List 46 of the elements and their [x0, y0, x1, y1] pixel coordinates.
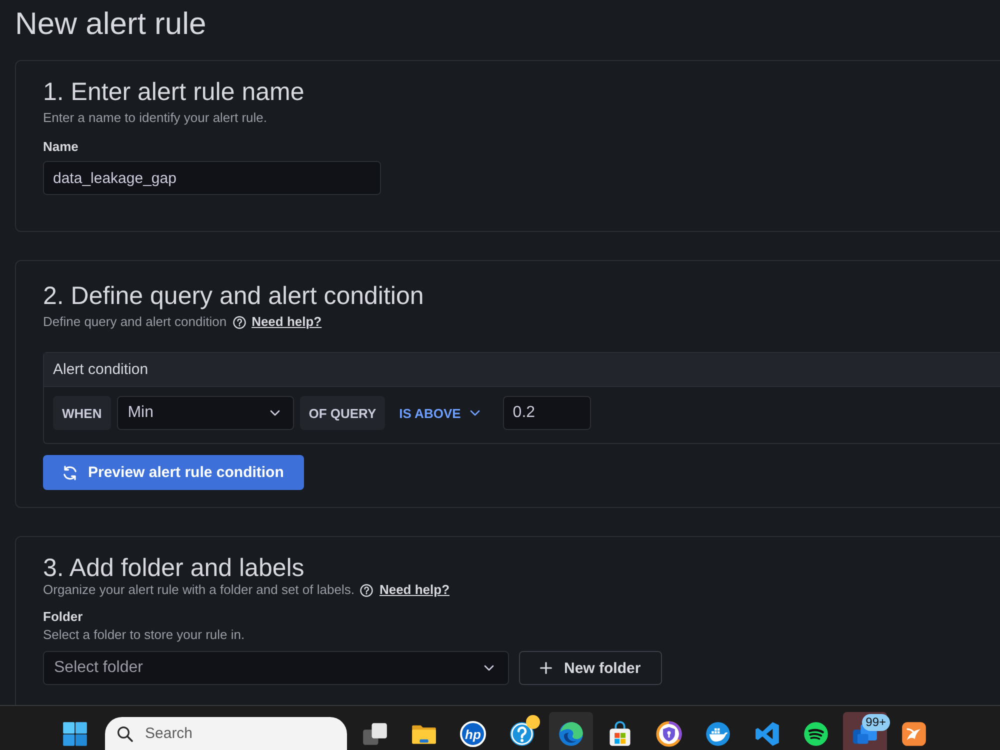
field-label: Name: [43, 138, 80, 156]
chevron-down-icon: [270, 410, 280, 416]
condition-keyword: OF QUERY: [300, 396, 386, 430]
taskbar-button[interactable]: [549, 712, 593, 750]
search-icon: [117, 726, 133, 742]
new-folder-button[interactable]: New folder: [519, 651, 662, 685]
round-logo: hp: [460, 721, 486, 747]
section-description: Enter a name to identify your alert rule.: [43, 109, 268, 127]
section-heading: 1. Enter alert rule name: [43, 77, 306, 107]
four-squares-icon: [62, 721, 88, 747]
three-arcs-icon: [803, 721, 829, 747]
preview-button[interactable]: Preview alert rule condition: [43, 455, 304, 490]
chevron-down-icon: [484, 665, 494, 671]
field-hint: Select a folder to store your rule in.: [43, 626, 246, 644]
whale-icon: [705, 721, 731, 747]
folded-ribbon-icon: [754, 721, 780, 747]
folder-select[interactable]: Select folder: [43, 651, 509, 685]
section-description: Define query and alert condition: [43, 313, 227, 331]
help-link[interactable]: Need help?: [379, 581, 450, 599]
page-title: New alert rule: [15, 5, 208, 43]
threshold-input[interactable]: 0.2: [502, 396, 591, 430]
field-label: Folder: [43, 608, 84, 626]
refresh-icon: [62, 464, 78, 480]
shopping-bag-icon: [607, 721, 633, 747]
name-input[interactable]: data_leakage_gap: [43, 161, 381, 195]
section-heading: 2. Define query and alert condition: [43, 281, 425, 311]
condition-keyword: WHEN: [53, 396, 111, 430]
swoosh-icon: [901, 721, 927, 747]
reducer-select[interactable]: Min: [116, 396, 294, 430]
count-badge: 99+: [862, 714, 890, 731]
taskbar-button[interactable]: 99+: [843, 712, 887, 750]
plus-icon: [540, 662, 552, 674]
question-circle-icon: [509, 721, 535, 747]
search-field[interactable]: Search: [105, 717, 347, 750]
help-icon: [232, 316, 246, 328]
condition-header: Alert condition: [44, 353, 1000, 387]
overlapping-windows-icon: [362, 721, 388, 747]
swirl-icon: [558, 721, 584, 747]
help-link[interactable]: Need help?: [252, 313, 322, 331]
section-description: Organize your alert rule with a folder and set of labels.: [43, 581, 354, 599]
evaluator-dropdown[interactable]: IS ABOVE: [391, 396, 488, 430]
section-heading: 3. Add folder and labels: [43, 553, 306, 583]
shield-icon: [656, 721, 682, 747]
help-icon: [360, 584, 374, 596]
chevron-down-icon: [470, 410, 480, 416]
taskbar-button[interactable]: hp: [451, 712, 495, 750]
